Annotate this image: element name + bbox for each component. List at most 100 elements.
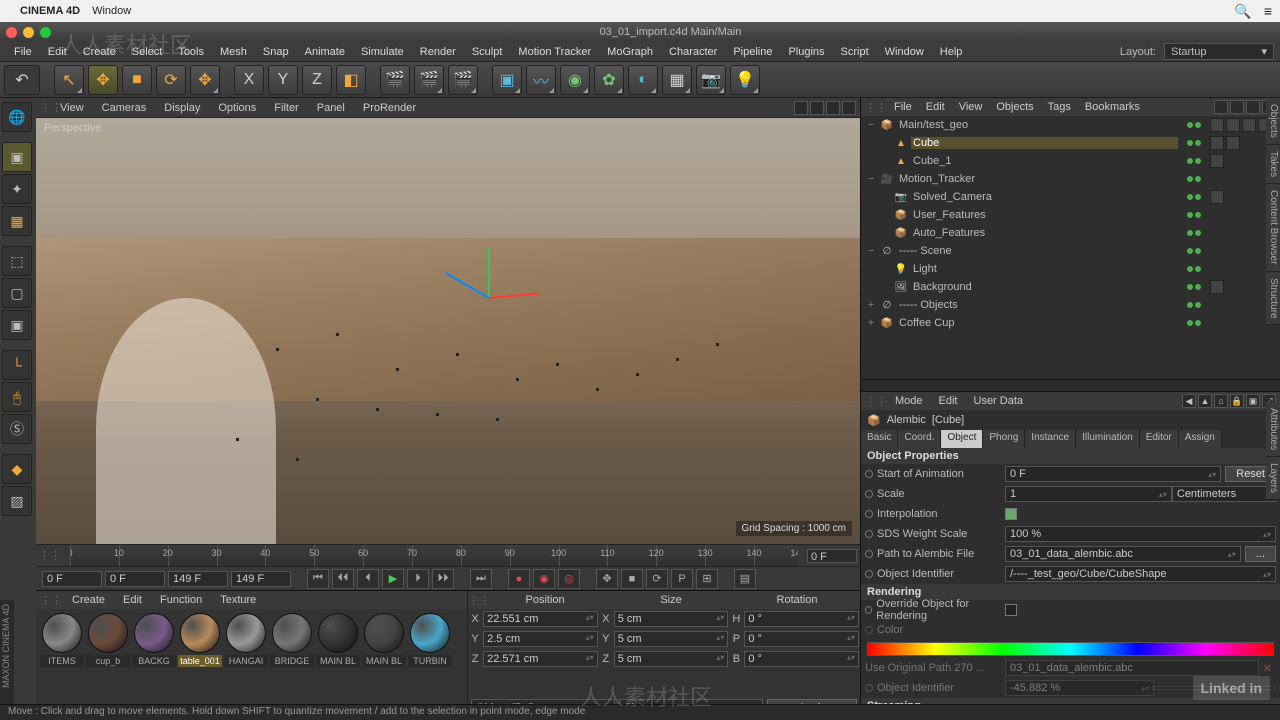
range-cursor-field[interactable]: 149 F [231, 571, 291, 587]
locked-workplane-button[interactable]: ◆ [2, 454, 32, 484]
menu-snap[interactable]: Snap [255, 43, 297, 61]
prop-checkbox[interactable] [1005, 508, 1017, 520]
menu-window[interactable]: Window [877, 43, 932, 61]
ghost-pct-field[interactable]: -45.882 %▴▾ [1005, 680, 1154, 696]
render-settings-button[interactable]: 🎬 [448, 65, 478, 95]
coord-size-field[interactable]: 5 cm▴▾ [614, 651, 729, 667]
menu-file[interactable]: File [6, 43, 40, 61]
attr-tab[interactable]: Object [941, 430, 983, 448]
material-swatch[interactable]: TURBIN [408, 613, 452, 716]
material-swatch[interactable]: BACKG [132, 613, 176, 716]
key-pos-button[interactable]: ✥ [596, 569, 618, 589]
prop-value-field[interactable]: /----_test_geo/Cube/CubeShape▴▾ [1005, 566, 1276, 582]
workplane-button[interactable]: ▦ [2, 206, 32, 236]
menu-edit[interactable]: Edit [40, 43, 75, 61]
prop-override-render-checkbox[interactable] [1005, 604, 1017, 616]
om-filter-icon[interactable] [1230, 100, 1244, 114]
grip-icon[interactable]: ⋮⋮ [36, 549, 64, 562]
add-environment-button[interactable]: ◐ [628, 65, 658, 95]
undo-button[interactable]: ↶ [4, 65, 40, 95]
object-tree-row[interactable]: 💡 Light [861, 260, 1280, 278]
prop-value-field[interactable]: 03_01_data_alembic.abc▴▾ [1005, 546, 1241, 562]
texture-mode-button[interactable]: ✦ [2, 174, 32, 204]
tab-objects[interactable]: Objects [1266, 98, 1280, 145]
attr-tab[interactable]: Phong [983, 430, 1025, 448]
macos-menu-window[interactable]: Window [92, 5, 131, 17]
menu-mesh[interactable]: Mesh [212, 43, 255, 61]
current-frame-field[interactable]: 0 F [42, 571, 102, 587]
object-tree-row[interactable]: + 📦 Coffee Cup [861, 314, 1280, 332]
attr-tab[interactable]: Basic [861, 430, 898, 448]
object-tree-row[interactable]: + ∅ ----- Objects [861, 296, 1280, 314]
color-gradient[interactable] [867, 642, 1274, 656]
add-cube-button[interactable]: ▣ [492, 65, 522, 95]
view-menu-display[interactable]: Display [156, 100, 208, 116]
expand-toggle[interactable]: + [865, 317, 877, 329]
timeline-end-frame[interactable]: 0 F [807, 549, 857, 563]
object-tree-row[interactable]: − ∅ ----- Scene [861, 242, 1280, 260]
material-swatch[interactable]: HANGAI [224, 613, 268, 716]
menu-animate[interactable]: Animate [297, 43, 353, 61]
object-tag[interactable] [1210, 154, 1224, 168]
next-key-button[interactable]: ⏵⏵ [432, 569, 454, 589]
mat-menu-create[interactable]: Create [64, 592, 113, 608]
add-light-button[interactable]: 💡 [730, 65, 760, 95]
coord-pos-field[interactable]: 22.571 cm▴▾ [483, 651, 598, 667]
expand-toggle[interactable]: + [865, 299, 877, 311]
attr-tab[interactable]: Editor [1140, 430, 1179, 448]
tab-content-browser[interactable]: Content Browser [1266, 184, 1280, 271]
prev-key-button[interactable]: ⏴⏴ [332, 569, 354, 589]
attr-tab[interactable]: Illumination [1076, 430, 1140, 448]
attr-tab[interactable]: Instance [1025, 430, 1076, 448]
goto-end-button[interactable]: ⏭ [470, 569, 492, 589]
add-camera2-button[interactable]: 📷 [696, 65, 726, 95]
spotlight-icon[interactable]: 🔍 [1234, 3, 1251, 20]
material-swatch[interactable]: cup_b [86, 613, 130, 716]
om-search-icon[interactable] [1214, 100, 1228, 114]
menu-sculpt[interactable]: Sculpt [464, 43, 511, 61]
am-lock-icon[interactable]: 🔒 [1230, 394, 1244, 408]
viewport-nav-icon[interactable] [810, 101, 824, 115]
tab-attributes[interactable]: Attributes [1266, 402, 1280, 457]
viewport-nav-icon[interactable] [842, 101, 856, 115]
mat-menu-edit[interactable]: Edit [115, 592, 150, 608]
attr-tab[interactable]: Coord. [898, 430, 941, 448]
am-menu-userdata[interactable]: User Data [966, 393, 1032, 409]
object-tag[interactable] [1210, 136, 1224, 150]
add-generator-button[interactable]: ◉ [560, 65, 590, 95]
object-tree-row[interactable]: 📦 User_Features [861, 206, 1280, 224]
axis-mode-button[interactable]: └ [2, 350, 32, 380]
menu-tools[interactable]: Tools [170, 43, 212, 61]
mat-menu-function[interactable]: Function [152, 592, 210, 608]
x-axis-toggle[interactable]: X [234, 65, 264, 95]
am-menu-mode[interactable]: Mode [887, 393, 931, 409]
viewport-nav-icon[interactable] [826, 101, 840, 115]
record-button[interactable]: ● [508, 569, 530, 589]
make-editable-button[interactable]: 🌐 [2, 102, 32, 132]
material-swatch[interactable]: MAIN BL [316, 613, 360, 716]
grip-icon[interactable]: ⋮⋮ [40, 101, 50, 114]
menu-motiontracker[interactable]: Motion Tracker [510, 43, 599, 61]
polygons-mode-button[interactable]: ▣ [2, 310, 32, 340]
am-home-icon[interactable]: ⌂ [1214, 394, 1228, 408]
move-tool[interactable]: ✥ [88, 65, 118, 95]
prop-unit-dropdown[interactable]: Centimeters▾ [1172, 486, 1276, 502]
expand-toggle[interactable]: − [865, 173, 877, 185]
ghost-path-field[interactable]: 03_01_data_alembic.abc [1005, 660, 1259, 676]
am-new-icon[interactable]: ▣ [1246, 394, 1260, 408]
rotate-tool[interactable]: ⟳ [156, 65, 186, 95]
menu-script[interactable]: Script [833, 43, 877, 61]
object-tree-row[interactable]: 📦 Auto_Features [861, 224, 1280, 242]
om-menu-bookmarks[interactable]: Bookmarks [1078, 99, 1147, 115]
menu-create[interactable]: Create [75, 43, 124, 61]
view-menu-filter[interactable]: Filter [266, 100, 306, 116]
viewport-solo-button[interactable]: 🖰 [2, 382, 32, 412]
coord-size-field[interactable]: 5 cm▴▾ [614, 631, 729, 647]
menu-character[interactable]: Character [661, 43, 725, 61]
snap-toggle-button[interactable]: Ⓢ [2, 414, 32, 444]
menu-simulate[interactable]: Simulate [353, 43, 412, 61]
prop-action-button[interactable]: ... [1245, 546, 1276, 562]
view-menu-cameras[interactable]: Cameras [94, 100, 155, 116]
expand-toggle[interactable]: − [865, 245, 877, 257]
om-menu-tags[interactable]: Tags [1041, 99, 1078, 115]
